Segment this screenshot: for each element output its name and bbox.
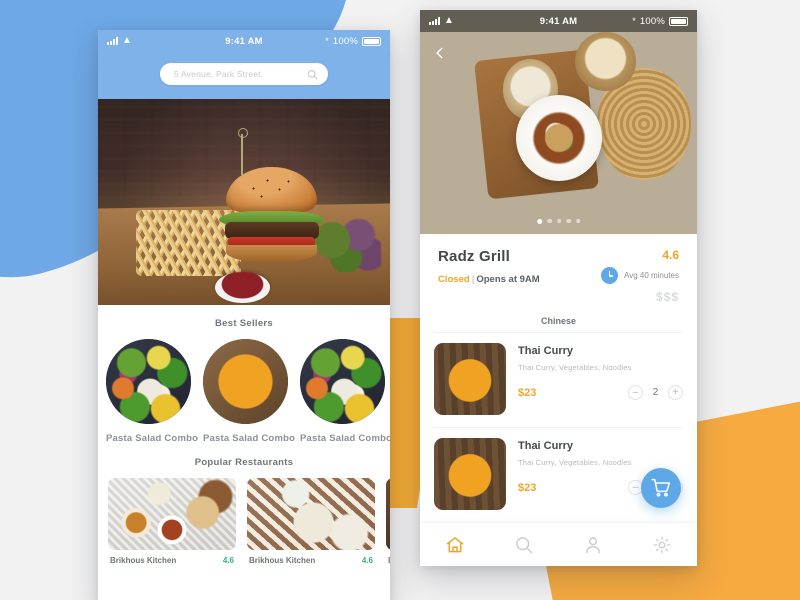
wifi-icon: ▲: [122, 35, 133, 46]
best-seller-image: [203, 339, 288, 424]
status-battery-right: 100%: [639, 15, 666, 27]
best-seller-item[interactable]: Pasta Salad Combo: [106, 339, 199, 444]
menu-item-name: Thai Curry: [518, 345, 574, 357]
restaurant-card[interactable]: Brikhous Kitchen 4.6: [386, 478, 390, 565]
quantity-value: 2: [652, 387, 659, 398]
search-placeholder: 5 Avenue, Park Street.: [174, 69, 264, 79]
cellular-bars-icon: [429, 17, 440, 25]
phone-mockup-home: ▲ 9:41 AM * 100% 5 Avenue, Park Street.: [98, 30, 390, 600]
user-icon: [586, 536, 601, 553]
price-tier: $$$: [655, 290, 679, 304]
carousel-dot[interactable]: [566, 218, 571, 223]
screenshot-stage: ▲ 9:41 AM * 100% 5 Avenue, Park Street.: [0, 0, 800, 600]
carousel-dot[interactable]: [547, 218, 552, 223]
best-seller-image: [106, 339, 191, 424]
tab-profile[interactable]: [559, 535, 628, 555]
bluetooth-icon: *: [325, 36, 329, 46]
avg-delivery-time: Avg 40 minutes: [624, 271, 679, 280]
phone-mockup-detail: ▲ 9:41 AM * 100% Radz Grill Closed | Opens…: [420, 10, 697, 566]
restaurant-card[interactable]: Brikhous Kitchen 4.6: [247, 478, 375, 565]
restaurant-meta: Brikhous Kitchen 4.6: [108, 550, 236, 565]
best-seller-label: Pasta Salad Combo: [203, 433, 296, 444]
restaurant-name: Brikhous Kitchen: [249, 556, 316, 565]
status-closed-label: Closed: [438, 274, 470, 285]
menu-item[interactable]: Thai Curry Thai Curry, Vegetables, Noodl…: [434, 332, 683, 427]
salad-graphic: [311, 218, 382, 273]
menu-item-image: [434, 343, 506, 415]
restaurant-hero-carousel[interactable]: [420, 10, 697, 234]
restaurant-image: [247, 478, 375, 550]
best-seller-item[interactable]: Pasta Salad Combo: [300, 339, 390, 444]
skewer-graphic: [238, 128, 246, 176]
menu-item-image: [434, 438, 506, 510]
rating-value: 4.6: [662, 248, 679, 262]
clock-icon: [601, 267, 618, 284]
popular-restaurants-title: Popular Restaurants: [194, 457, 294, 468]
bluetooth-icon: *: [632, 16, 636, 26]
cart-fab-button[interactable]: [641, 468, 681, 508]
restaurant-rating: 4.6: [361, 556, 373, 565]
tab-home[interactable]: [420, 535, 489, 555]
hero-food-image[interactable]: [98, 99, 390, 305]
battery-icon: [362, 36, 382, 46]
best-seller-label: Pasta Salad Combo: [106, 433, 199, 444]
status-separator: |: [471, 274, 475, 285]
tab-search[interactable]: [489, 535, 558, 555]
battery-icon: [669, 16, 689, 26]
small-bowl-graphic: [575, 32, 637, 91]
cellular-bars-icon: [107, 37, 118, 45]
menu-item-description: Thai Curry, Vegetables, Noodles: [518, 458, 632, 467]
status-bar-right: ▲ 9:41 AM * 100%: [420, 10, 697, 32]
best-seller-image: [300, 339, 385, 424]
best-seller-item[interactable]: Pasta Salad Combo: [203, 339, 296, 444]
menu-category-title: Chinese: [540, 316, 576, 326]
page-title: Radz Grill: [438, 248, 511, 265]
carousel-dot[interactable]: [556, 218, 562, 223]
restaurant-rating: 4.6: [222, 556, 234, 565]
menu-item-price: $23: [518, 481, 537, 494]
best-sellers-carousel[interactable]: Pasta Salad Combo Pasta Salad Combo Past…: [98, 339, 390, 444]
soup-bowl-graphic: [515, 94, 602, 181]
gear-icon: [653, 536, 671, 553]
bottom-tab-bar[interactable]: [420, 522, 697, 566]
carousel-dot[interactable]: [575, 218, 581, 223]
quantity-stepper[interactable]: – 2 +: [628, 385, 683, 400]
search-icon: [308, 69, 318, 79]
status-bar-left: ▲ 9:41 AM * 100%: [98, 30, 390, 52]
search-icon: [516, 536, 533, 553]
increment-button[interactable]: +: [668, 385, 683, 400]
restaurant-card[interactable]: Brikhous Kitchen 4.6: [108, 478, 236, 565]
restaurant-image: [386, 478, 390, 550]
status-opens-label: Opens at 9AM: [476, 274, 540, 285]
restaurant-meta: Brikhous Kitchen 4.6: [247, 550, 375, 565]
carousel-pagination[interactable]: [536, 218, 581, 224]
status-time-left: 9:41 AM: [225, 35, 263, 47]
popular-restaurants-carousel[interactable]: Brikhous Kitchen 4.6 Brikhous Kitchen 4.…: [98, 478, 390, 565]
menu-item-description: Thai Curry, Vegetables, Noodles: [518, 363, 632, 372]
carousel-dot-active[interactable]: [536, 218, 543, 224]
decrement-button[interactable]: –: [628, 385, 643, 400]
restaurant-info: Radz Grill Closed | Opens at 9AM 4.6 Avg 4…: [420, 234, 697, 308]
restaurant-image: [108, 478, 236, 550]
menu-item-name: Thai Curry: [518, 440, 574, 452]
status-battery-left: 100%: [332, 35, 359, 47]
restaurant-name: Brikhous Kitchen: [110, 556, 177, 565]
status-time-right: 9:41 AM: [539, 15, 578, 27]
best-seller-label: Pasta Salad Combo: [300, 433, 390, 444]
home-icon: [446, 536, 463, 552]
shopping-cart-icon: [651, 478, 671, 497]
best-sellers-title: Best Sellers: [215, 318, 273, 329]
search-band: 5 Avenue, Park Street.: [98, 52, 390, 99]
restaurant-name: Brikhous Kitchen: [388, 556, 390, 565]
search-input[interactable]: 5 Avenue, Park Street.: [160, 63, 328, 85]
menu-item-price: $23: [518, 386, 537, 399]
wifi-icon: ▲: [444, 15, 455, 26]
back-chevron-icon[interactable]: [433, 46, 447, 60]
status-badge: Closed | Opens at 9AM: [438, 274, 567, 285]
sauce-bowl-graphic: [214, 272, 271, 303]
burger-graphic: [219, 167, 325, 262]
restaurant-meta: Brikhous Kitchen 4.6: [386, 550, 390, 565]
tab-settings[interactable]: [628, 535, 697, 555]
